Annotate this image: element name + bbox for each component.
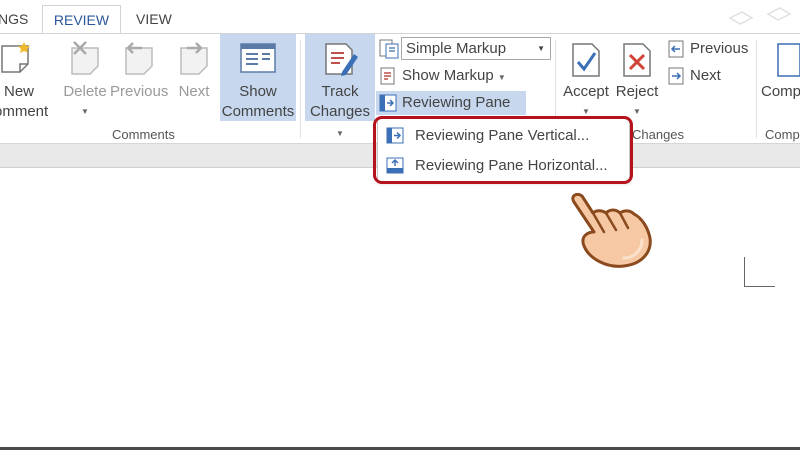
tab-mailings[interactable]: NGS (0, 5, 28, 34)
next-change-icon (668, 67, 684, 85)
new-comment-label-line1: New (4, 83, 35, 100)
next-comment-icon (180, 42, 208, 75)
new-comment-button[interactable]: New omment (0, 34, 49, 124)
track-changes-dropdown-caret: ▼ (336, 129, 344, 138)
markup-select-value: Simple Markup (406, 40, 507, 57)
document-page[interactable] (0, 167, 800, 447)
ribbon-tab-bar: NGS REVIEW VIEW (0, 0, 800, 34)
tab-review[interactable]: REVIEW (42, 5, 121, 34)
new-comment-icon (1, 42, 30, 73)
compare-label: Comp (761, 83, 800, 100)
reject-label: Reject (615, 83, 659, 100)
next-change-button[interactable]: Next (664, 64, 754, 88)
previous-comment-button[interactable]: Previous (110, 34, 168, 124)
document-area (0, 145, 800, 447)
word-window: NGS REVIEW VIEW New omment (0, 0, 800, 447)
previous-comment-icon (125, 42, 153, 75)
track-changes-label-line2: Changes (309, 103, 371, 120)
previous-change-button[interactable]: Previous (664, 37, 754, 61)
next-change-label: Next (690, 67, 721, 84)
show-comments-button[interactable]: Show Comments (220, 34, 296, 121)
delete-dropdown-caret: ▼ (81, 107, 89, 116)
show-comments-icon (240, 43, 276, 73)
show-markup-caret: ▼ (497, 73, 506, 82)
accept-label: Accept (563, 83, 609, 100)
display-for-review-icon (379, 39, 399, 59)
track-changes-label-line1: Track (321, 83, 359, 100)
page-margin-mark (744, 257, 775, 287)
reject-icon (623, 43, 651, 77)
show-comments-label-line1: Show (239, 83, 277, 100)
delete-label: Delete (63, 83, 107, 100)
reviewing-pane-icon (379, 94, 397, 112)
show-comments-label-line2: Comments (221, 103, 295, 120)
show-markup-icon (380, 67, 395, 85)
watermark-arrow-icon (728, 11, 754, 25)
new-comment-label-line2: omment (0, 103, 49, 120)
compare-group-label: Comp (765, 127, 800, 142)
comments-group-label: Comments (112, 127, 175, 142)
previous-comment-label: Previous (110, 83, 169, 100)
delete-comment-icon (71, 41, 99, 75)
callout-highlight-box (373, 116, 633, 184)
tab-view[interactable]: VIEW (136, 5, 172, 34)
previous-change-icon (668, 40, 684, 58)
track-changes-button[interactable]: Track Changes ▼ (305, 34, 375, 138)
show-markup-button[interactable]: Show Markup ▼ (376, 64, 506, 88)
pointing-hand-icon (571, 192, 652, 268)
next-comment-button[interactable]: Next (172, 34, 216, 124)
compare-button[interactable]: Comp (760, 34, 800, 124)
reviewing-pane-label: Reviewing Pane (402, 94, 511, 111)
previous-change-label: Previous (690, 40, 749, 57)
group-separator (756, 40, 757, 138)
compare-icon (777, 43, 800, 77)
changes-group-label: Changes (632, 127, 685, 142)
delete-comment-button[interactable]: Delete ▼ (60, 34, 110, 124)
display-for-review-select[interactable]: Simple Markup ▼ (401, 37, 551, 60)
reviewing-pane-button[interactable]: Reviewing Pane ▼ (376, 91, 526, 133)
show-markup-label: Show Markup (402, 67, 494, 84)
accept-icon (572, 43, 600, 77)
accept-button[interactable]: Accept ▼ (560, 34, 612, 124)
chevron-down-icon: ▼ (537, 44, 545, 53)
reject-button[interactable]: Reject ▼ (612, 34, 662, 124)
group-separator (300, 40, 301, 138)
watermark-arrow-icon (766, 7, 792, 21)
track-changes-icon (325, 43, 358, 76)
next-comment-label: Next (178, 83, 210, 100)
